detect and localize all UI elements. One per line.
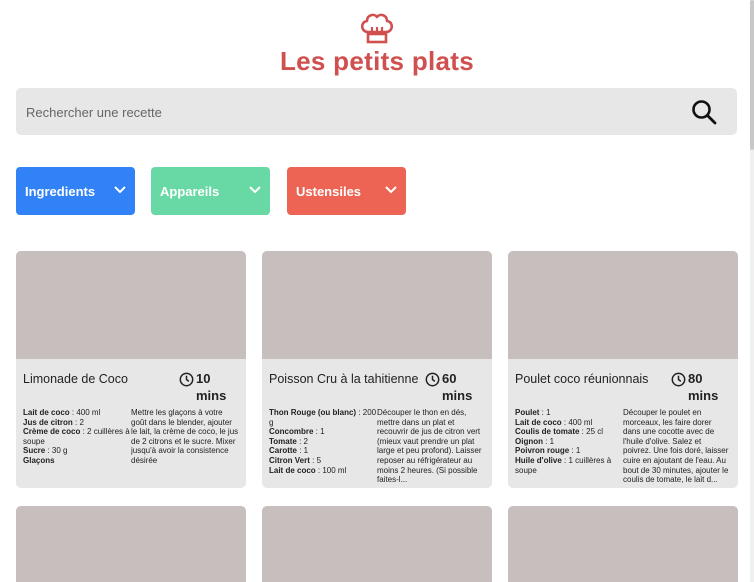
ingredient-item: Oignon : 1 [515,436,555,446]
filter-ustensiles-button[interactable]: Ustensiles [287,167,406,215]
recipe-name: Poulet coco réunionnais [515,372,649,386]
recipe-card-partial[interactable] [262,506,492,582]
ingredient-list: Poulet : 1 Lait de coco : 400 ml Coulis … [515,408,623,475]
ingredient-item: Thon Rouge (ou blanc) : 200 g [269,408,377,427]
recipe-description: Découper le thon en dés, mettre dans un … [377,408,482,485]
ingredient-item: Jus de citron : 2 [23,417,84,427]
search-bar [16,88,737,137]
ingredient-item: Citron Vert : 5 [269,455,322,465]
ingredient-item: Crème de coco : 2 cuillères à soupe [23,427,130,446]
ingredient-item: Huile d'olive : 1 cuillères à soupe [515,455,612,475]
recipe-card[interactable]: Poisson Cru à la tahitienne 60 mins Thon… [262,251,492,488]
filter-ingredients-label: Ingredients [25,184,96,199]
filter-appareils-button[interactable]: Appareils [151,167,270,215]
ingredient-item: Concombre : 1 [269,427,325,437]
clock-icon [425,372,440,387]
chevron-down-icon [114,186,126,194]
recipe-time: 10 mins [196,371,227,403]
recipe-time: 60 mins [442,371,473,403]
recipe-description: Mettre les glaçons à votre goût dans le … [131,408,239,465]
filter-appareils-label: Appareils [160,184,220,199]
ingredient-item: Lait de coco : 400 ml [23,408,101,417]
clock-icon [671,372,686,387]
ingredient-item: Carotte : 1 [269,446,309,456]
recipe-name: Limonade de Coco [23,372,128,386]
search-icon[interactable] [691,99,717,125]
search-input[interactable] [24,88,668,137]
recipe-image [262,251,492,359]
ingredient-list: Lait de coco : 400 ml Jus de citron : 2 … [23,408,131,466]
ingredient-item: Tomate : 2 [269,436,308,446]
recipe-card-partial[interactable] [508,506,738,582]
ingredient-item: Coulis de tomate : 25 cl [515,427,604,437]
recipe-description: Découper le poulet en morceaux, les fair… [623,408,729,485]
ingredient-item: Glaçons [23,455,55,465]
filter-ustensiles-label: Ustensiles [296,184,362,199]
recipe-time: 80 mins [688,371,719,403]
page-scrollbar[interactable] [750,0,754,582]
chevron-down-icon [249,186,261,194]
chef-hat-icon [360,13,394,44]
site-header: Les petits plats [0,0,754,80]
ingredient-item: Sucre : 30 g [23,446,68,456]
ingredient-item: Poulet : 1 [515,408,551,417]
clock-icon [179,372,194,387]
recipe-card[interactable]: Limonade de Coco 10 mins Lait de coco : … [16,251,246,488]
recipe-card[interactable]: Poulet coco réunionnais 80 mins Poulet :… [508,251,738,488]
site-title: Les petits plats [279,46,475,76]
chevron-down-icon [385,186,397,194]
recipe-name: Poisson Cru à la tahitienne [269,372,419,386]
ingredient-list: Thon Rouge (ou blanc) : 200 g Concombre … [269,408,377,475]
recipe-image [508,251,738,359]
ingredient-item: Poivron rouge : 1 [515,446,581,456]
ingredient-item: Lait de coco : 100 ml [269,465,347,475]
recipe-card-partial[interactable] [16,506,246,582]
recipe-image [16,251,246,359]
ingredient-item: Lait de coco : 400 ml [515,417,593,427]
filter-ingredients-button[interactable]: Ingredients [16,167,135,215]
